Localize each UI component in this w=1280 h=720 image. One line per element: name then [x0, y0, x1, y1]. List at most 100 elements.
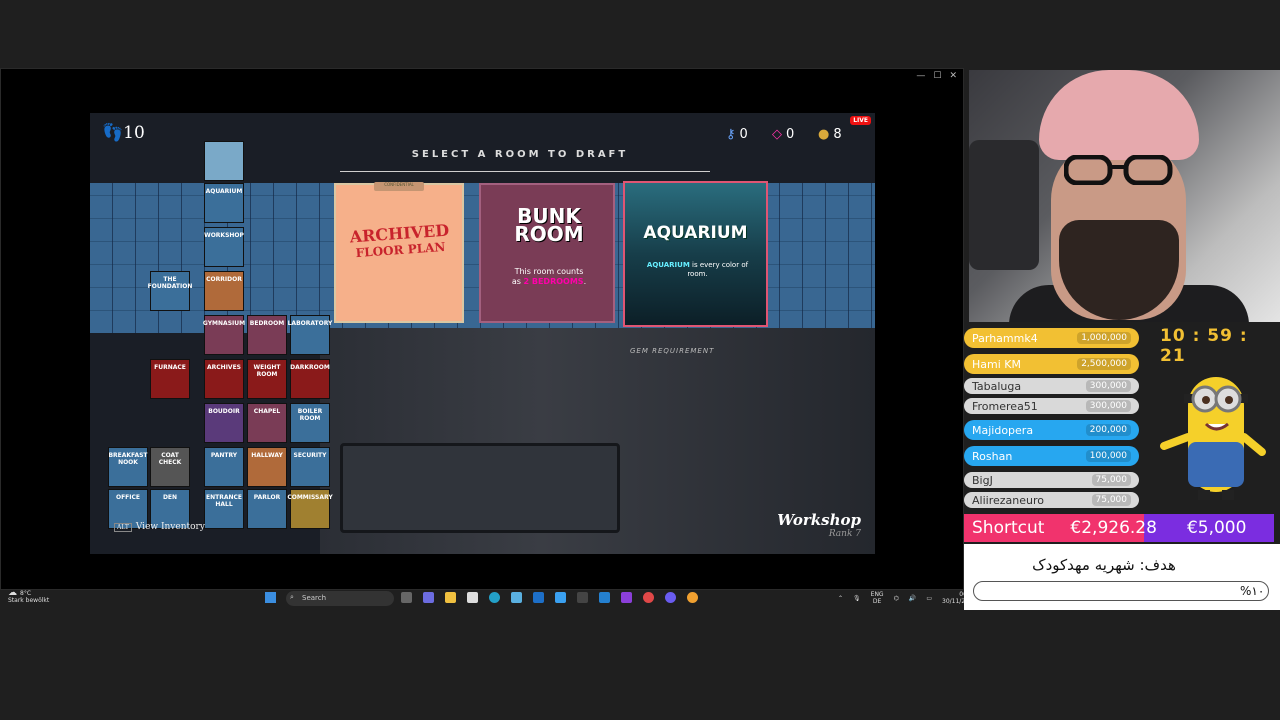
keys-counter: ⚷ 0 — [726, 127, 748, 142]
card-desc-highlight: 2 BEDROOMS — [523, 277, 584, 286]
steps-value: 10 — [123, 123, 145, 143]
map-room[interactable]: CORRIDOR — [204, 271, 244, 311]
map-room[interactable]: PANTRY — [204, 447, 244, 487]
chrome-icon[interactable] — [687, 592, 698, 603]
map-room[interactable]: PARLOR — [247, 489, 287, 529]
photos-icon[interactable] — [511, 592, 522, 603]
donor-name: Aliirezaneuro — [972, 493, 1044, 507]
key-icon: ⚷ — [726, 127, 736, 142]
store-icon[interactable] — [467, 592, 478, 603]
minimize-icon[interactable]: — — [916, 71, 925, 81]
start-icon[interactable] — [265, 592, 276, 603]
draft-card-bunk-room[interactable]: BUNK ROOM This room counts as 2 BEDROOMS… — [479, 183, 615, 323]
card-title: BUNK ROOM — [514, 204, 584, 246]
map-room[interactable]: SECURITY — [290, 447, 330, 487]
map-room[interactable]: ENTRANCE HALL — [204, 489, 244, 529]
coins-counter: ● 8 — [818, 127, 842, 142]
rider-icon[interactable] — [621, 592, 632, 603]
target-progress-bar — [973, 581, 1269, 601]
donor-row: Roshan 100,000 — [964, 446, 1139, 466]
map-room-empty[interactable] — [204, 141, 244, 181]
card-desc-post: . — [583, 277, 587, 286]
goal-target: €5,000 — [1186, 518, 1247, 538]
outlook-icon[interactable] — [533, 592, 544, 603]
map-room[interactable]: ARCHIVES — [204, 359, 244, 399]
terminal-icon[interactable] — [577, 592, 588, 603]
taskbar-search[interactable]: ⌕ Search — [286, 591, 394, 606]
banner-arrow — [340, 171, 710, 172]
map-room[interactable]: WEIGHT ROOM — [247, 359, 287, 399]
top-donors-board: Parhammk4 1,000,000 Hami KM 2,500,000 Tabalu… — [964, 324, 1144, 514]
donor-amount: 75,000 — [1091, 494, 1131, 506]
donor-name: BigJ — [972, 473, 993, 487]
map-room[interactable]: FURNACE — [150, 359, 190, 399]
card-title: AQUARIUM — [643, 223, 748, 243]
map-room[interactable]: BOILER ROOM — [290, 403, 330, 443]
donor-amount: 75,000 — [1091, 474, 1131, 486]
draft-card-archived-floor-plan[interactable]: CONFIDENTIAL ARCHIVED FLOOR PLAN — [334, 182, 464, 323]
mic-icon[interactable]: 🎙 — [853, 595, 861, 602]
keys-value: 0 — [739, 127, 748, 142]
edge-icon[interactable] — [489, 592, 500, 603]
map-room[interactable]: COMMISSARY — [287, 489, 333, 529]
network-icon[interactable]: ⌬ — [894, 595, 899, 602]
door-panel — [340, 443, 620, 533]
donor-amount: 200,000 — [1085, 424, 1131, 436]
headset — [969, 140, 1039, 270]
map-room[interactable]: DARKROOM — [290, 359, 330, 399]
record-icon[interactable] — [643, 592, 654, 603]
file-explorer-icon[interactable] — [445, 592, 456, 603]
map-room[interactable]: HALLWAY — [247, 447, 287, 487]
donor-row: Fromerea51 300,000 — [964, 398, 1139, 414]
map-room[interactable]: THE FOUNDATION — [148, 271, 192, 311]
map-room[interactable]: BOUDOIR — [204, 403, 244, 443]
volume-icon[interactable]: 🔊 — [909, 595, 916, 602]
gems-counter: ◇ 0 — [772, 127, 794, 142]
maximize-icon[interactable]: ☐ — [933, 71, 941, 81]
search-icon: ⌕ — [290, 593, 294, 601]
app-icon[interactable] — [555, 592, 566, 603]
view-inventory-button[interactable]: ALT View Inventory — [114, 522, 205, 532]
coin-icon: ● — [818, 127, 830, 142]
donor-row: BigJ 75,000 — [964, 472, 1139, 488]
donor-row: Majidopera 200,000 — [964, 420, 1139, 440]
streamer-cap — [1039, 70, 1199, 160]
battery-icon[interactable]: ▭ — [926, 595, 932, 602]
confidential-tab: CONFIDENTIAL — [374, 182, 424, 191]
webcam-feed — [969, 70, 1280, 322]
weather-widget[interactable]: ☁ 8°C Stark bewölkt — [8, 588, 50, 605]
donor-row: Parhammk4 1,000,000 — [964, 328, 1139, 348]
discord-icon[interactable] — [665, 592, 676, 603]
card-description: AQUARIUM is every color of room. — [645, 261, 750, 279]
chevron-up-icon[interactable]: ⌃ — [838, 595, 843, 602]
target-panel: هدف: شهریه مهدکودک %۱۰ — [964, 544, 1280, 610]
target-title: هدف: شهریه مهدکودک — [1032, 556, 1176, 574]
draft-card-aquarium[interactable]: AQUARIUM AQUARIUM is every color of room… — [623, 181, 768, 327]
current-room-rank: Rank 7 — [828, 529, 861, 539]
vscode-icon[interactable] — [599, 592, 610, 603]
task-view-icon[interactable] — [401, 592, 412, 603]
teams-icon[interactable] — [423, 592, 434, 603]
current-room-indicator: Workshop Rank 7 — [777, 511, 861, 539]
map-room[interactable]: COAT CHECK — [150, 447, 190, 487]
cloud-icon: ☁ — [8, 588, 17, 598]
draft-banner: SELECT A ROOM TO DRAFT — [411, 149, 629, 160]
donor-amount: 300,000 — [1085, 400, 1131, 412]
language-indicator[interactable]: ENG DE — [871, 591, 884, 605]
map-room[interactable]: CHAPEL — [247, 403, 287, 443]
donor-row: Tabaluga 300,000 — [964, 378, 1139, 394]
map-room[interactable]: BEDROOM — [247, 315, 287, 355]
gem-requirement-label: GEM REQUIREMENT — [630, 347, 715, 355]
weather-desc: Stark bewölkt — [8, 597, 50, 604]
map-room[interactable]: WORKSHOP — [204, 227, 244, 267]
map-room[interactable]: BREAKFAST NOOK — [108, 447, 148, 487]
map-room[interactable]: AQUARIUM — [204, 183, 244, 223]
map-room[interactable]: GYMNASIUM — [203, 315, 245, 355]
live-badge: LIVE — [850, 116, 871, 125]
map-room[interactable]: LABORATORY — [288, 315, 332, 355]
system-tray: ⌃ 🎙 ENGDE ⌬ 🔊 ▭ 06:4330/11/2025 — [838, 591, 977, 605]
gems-value: 0 — [786, 127, 795, 142]
donor-amount: 100,000 — [1085, 450, 1131, 462]
close-icon[interactable]: ✕ — [949, 71, 957, 81]
card-desc-highlight: AQUARIUM — [646, 261, 690, 269]
